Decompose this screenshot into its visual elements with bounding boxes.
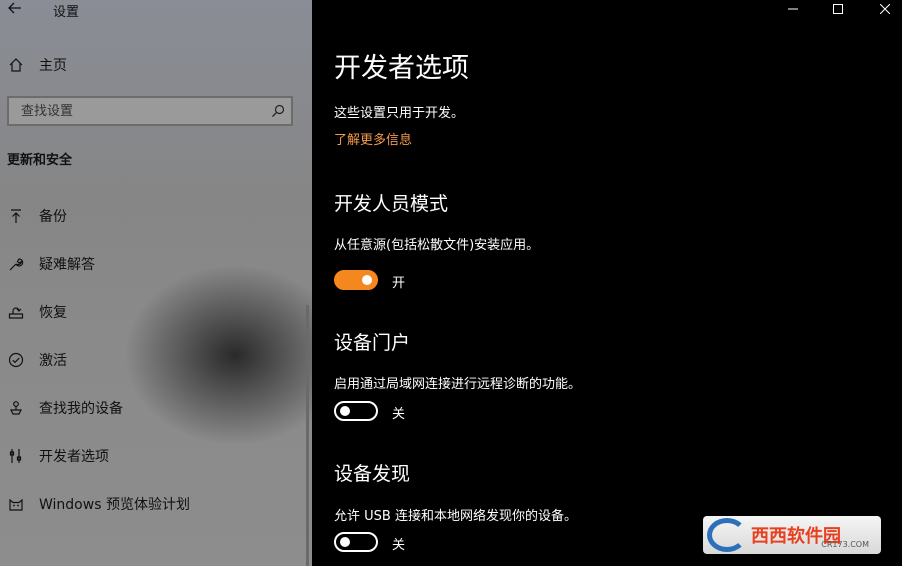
sidebar-item-label: 恢复 [39,305,67,321]
sidebar-item-recovery[interactable]: 恢复 [0,297,305,327]
intro-text: 这些设置只用于开发。 [334,106,465,121]
maximize-icon [833,4,843,14]
developer-mode-toggle[interactable] [334,270,378,290]
search-box [7,96,293,126]
developer-mode-heading: 开发人员模式 [334,193,449,215]
device-portal-description: 启用通过局域网连接进行远程诊断的功能。 [334,377,582,392]
sidebar-item-troubleshoot[interactable]: 疑难解答 [0,249,305,279]
minimize-button[interactable] [778,0,808,18]
toggle-knob [340,406,350,416]
sidebar-item-label: 备份 [39,209,67,225]
watermark-c-icon [707,518,747,552]
search-icon[interactable] [271,104,285,118]
sidebar-item-label: Windows 预览体验计划 [39,497,190,513]
app-title: 设置 [53,5,80,20]
watermark-logo: 西西软件园 CR173.COM [703,516,881,554]
sidebar-item-label: 激活 [39,353,67,369]
developer-tools-icon [8,448,24,464]
sidebar-item-windows-insider[interactable]: Windows 预览体验计划 [0,489,305,519]
page-title: 开发者选项 [334,53,469,84]
sidebar-item-label: 主页 [39,58,67,74]
minimize-icon [788,8,798,10]
device-portal-toggle[interactable] [334,401,378,421]
device-discovery-state: 关 [392,538,406,553]
device-discovery-description: 允许 USB 连接和本地网络发现你的设备。 [334,509,577,524]
sidebar-item-home[interactable]: 主页 [0,52,312,78]
back-button[interactable] [4,0,26,18]
close-icon [880,4,890,14]
sidebar-item-developer-options[interactable]: 开发者选项 [0,441,305,471]
content-pane: 开发者选项 这些设置只用于开发。 了解更多信息 开发人员模式 从任意源(包括松散… [312,0,902,566]
sidebar-item-label: 查找我的设备 [39,401,123,417]
title-bar: 设置 [0,0,312,22]
search-input[interactable] [19,102,273,120]
device-portal-heading: 设备门户 [334,332,411,354]
sidebar-item-activation[interactable]: 激活 [0,345,305,375]
insider-cat-icon [8,496,24,512]
find-device-icon [8,400,24,416]
toggle-knob [340,537,350,547]
home-icon [8,57,24,73]
learn-more-link[interactable]: 了解更多信息 [334,129,412,148]
device-portal-state: 关 [392,407,406,422]
device-discovery-toggle[interactable] [334,532,378,552]
close-button[interactable] [870,0,900,18]
sidebar-item-label: 疑难解答 [39,257,95,273]
toggle-knob [362,275,372,285]
back-arrow-icon [8,2,21,14]
backup-icon [8,208,24,224]
wrench-icon [8,256,24,272]
check-circle-icon [8,352,24,368]
sidebar: 设置 主页 更新和安全 备份 疑难解答 恢复 [0,0,312,566]
sidebar-item-backup[interactable]: 备份 [0,201,305,231]
recovery-icon [8,304,24,320]
sidebar-scrollbar[interactable] [306,305,309,566]
sidebar-item-label: 开发者选项 [39,449,109,465]
maximize-button[interactable] [823,0,853,18]
device-discovery-heading: 设备发现 [334,463,411,485]
developer-mode-description: 从任意源(包括松散文件)安装应用。 [334,238,540,253]
developer-mode-state: 开 [392,276,406,291]
sidebar-item-find-my-device[interactable]: 查找我的设备 [0,393,305,423]
section-title: 更新和安全 [7,153,73,168]
watermark-subtext: CR173.COM [821,540,869,549]
